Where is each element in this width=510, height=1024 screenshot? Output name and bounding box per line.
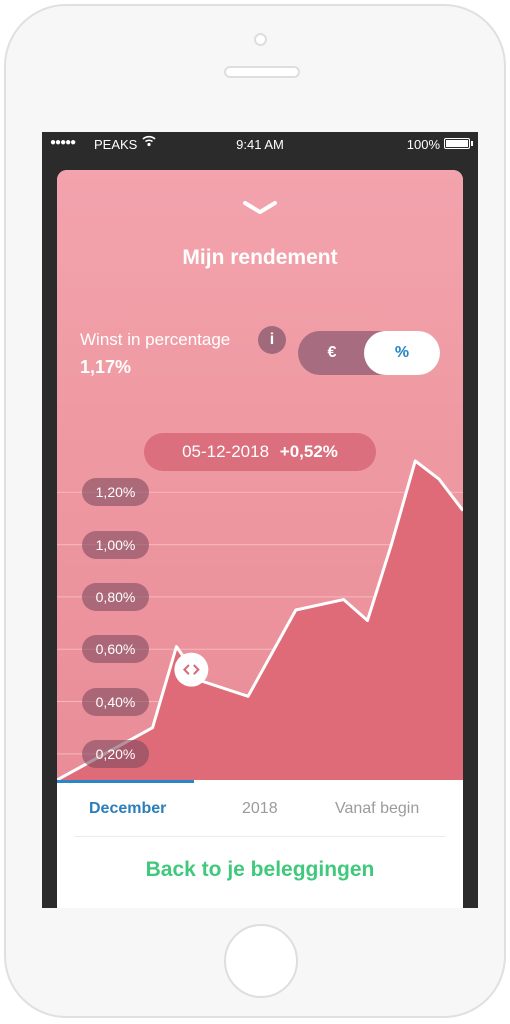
toggle-euro-option[interactable]: €: [298, 331, 366, 375]
chart-point: [342, 598, 346, 602]
tooltip-date: 05-12-2018: [182, 442, 270, 461]
divider: [74, 836, 446, 837]
active-tab-indicator: [57, 780, 194, 783]
chart-point: [246, 694, 250, 698]
chevron-down-icon[interactable]: [242, 200, 278, 216]
y-tick-label: 1,00%: [82, 530, 149, 559]
back-to-beleggingen-button[interactable]: Back to je beleggingen: [57, 858, 463, 882]
chart-scrubber-handle[interactable]: [174, 652, 209, 687]
toggle-percent-option[interactable]: %: [364, 331, 440, 375]
y-tick-label: 0,20%: [82, 739, 149, 768]
tab-vanaf-begin[interactable]: Vanaf begin: [335, 800, 419, 818]
y-tick-label: 0,40%: [82, 687, 149, 716]
info-icon[interactable]: i: [258, 326, 286, 354]
home-button[interactable]: [224, 924, 298, 998]
camera: [254, 33, 267, 46]
summary-label: Winst in percentage: [80, 330, 231, 349]
tooltip-change: +0,52%: [279, 442, 338, 461]
chart-point: [294, 608, 298, 612]
period-tabs: December 2018 Vanaf begin: [57, 780, 463, 838]
tab-december[interactable]: December: [89, 800, 166, 818]
status-bar: ●●●●● PEAKS 9:41 AM 100%: [42, 132, 478, 156]
speaker: [224, 66, 300, 78]
currency-percent-toggle: € %: [298, 331, 440, 375]
rendement-card: Mijn rendement Winst in percentage i 1,1…: [57, 170, 463, 908]
chart-point: [413, 459, 417, 463]
chart-panel: Mijn rendement Winst in percentage i 1,1…: [57, 170, 463, 780]
phone-frame: ●●●●● PEAKS 9:41 AM 100% Mijn rendement …: [4, 4, 506, 1018]
chart-point: [174, 645, 178, 649]
chart-point: [437, 477, 441, 481]
date-tooltip: 05-12-2018 +0,52%: [144, 433, 376, 471]
summary-value: 1,17%: [80, 357, 132, 377]
battery-icon: [444, 138, 473, 149]
screen: ●●●●● PEAKS 9:41 AM 100% Mijn rendement …: [42, 132, 478, 908]
chart-point: [151, 726, 155, 730]
chart-point: [389, 543, 393, 547]
y-tick-label: 0,60%: [82, 635, 149, 664]
y-tick-label: 0,80%: [82, 582, 149, 611]
page-title: Mijn rendement: [182, 246, 338, 269]
tab-2018[interactable]: 2018: [242, 800, 278, 818]
battery-percent: 100%: [406, 137, 440, 152]
chart-point: [365, 618, 369, 622]
y-tick-label: 1,20%: [82, 478, 149, 507]
